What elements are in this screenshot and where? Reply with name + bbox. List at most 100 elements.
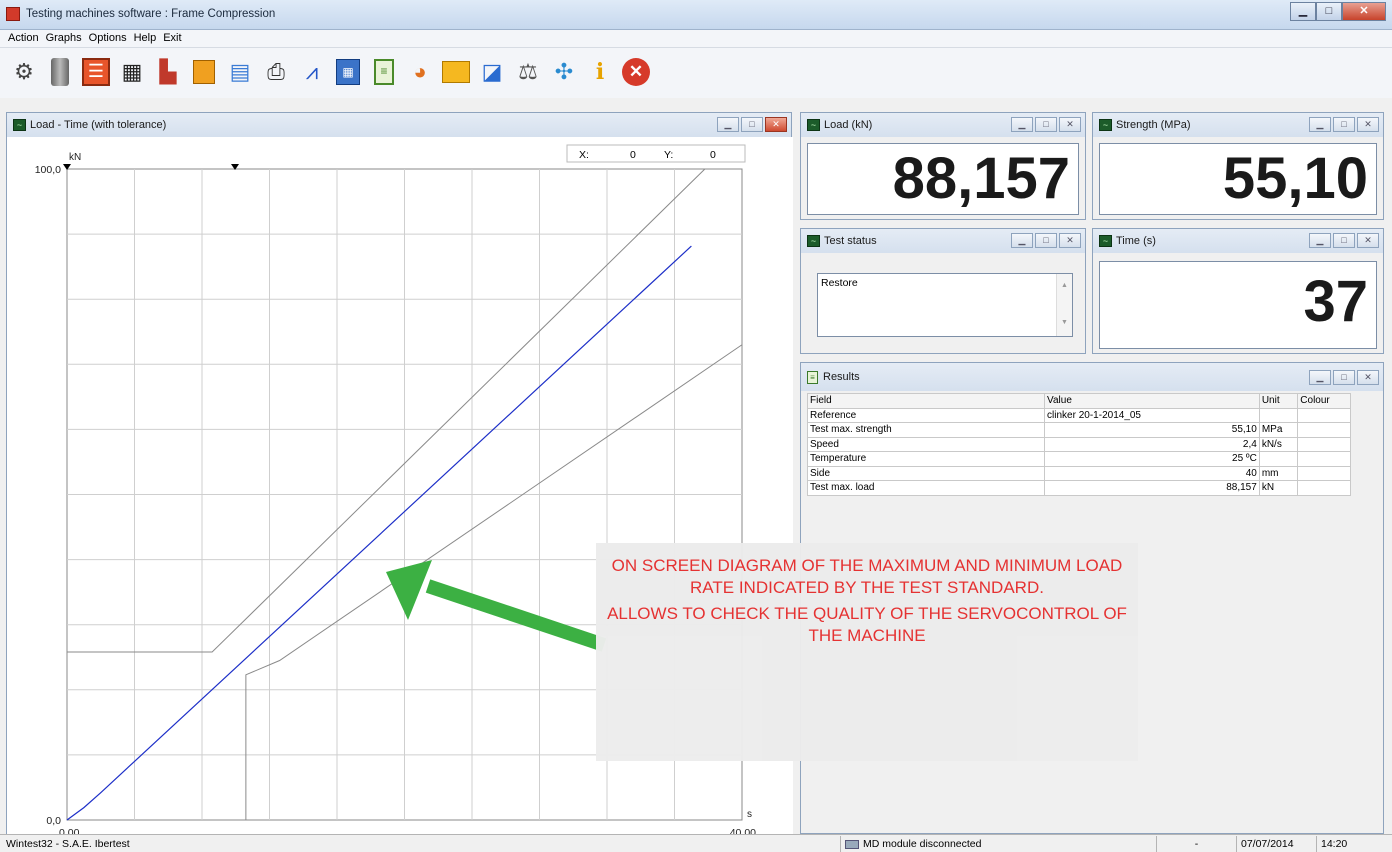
actuator-icon[interactable]: ▙ [152, 56, 184, 88]
window-title: Testing machines software : Frame Compre… [26, 8, 276, 20]
coord-y-label: Y: [664, 149, 673, 161]
graph-close-button[interactable]: ✕ [765, 117, 787, 132]
menu-action[interactable]: Action [6, 30, 44, 47]
test-status-textbox[interactable]: Restore ▲ ▼ [817, 273, 1073, 337]
row-colour [1297, 480, 1351, 496]
y-tick-label-max: 100,0 [35, 164, 61, 176]
annotation-box: ON SCREEN DIAGRAM OF THE MAXIMUM AND MIN… [596, 543, 1138, 761]
row-value: 25 ºC [1044, 451, 1260, 467]
row-field: Speed [806, 436, 1046, 452]
folder-icon[interactable] [440, 56, 472, 88]
status-app-name: Wintest32 - S.A.E. Ibertest [6, 838, 130, 850]
load-close-button[interactable]: ✕ [1059, 117, 1081, 132]
table-row[interactable]: Speed 2,4 kN/s [806, 436, 1351, 452]
status-dash: - [1156, 836, 1236, 852]
row-field: Side [806, 465, 1046, 481]
row-colour [1297, 422, 1351, 438]
row-field: Temperature [806, 451, 1046, 467]
app-icon [6, 7, 20, 21]
table-row[interactable]: Reference clinker 20-1-2014_05 [806, 407, 1351, 423]
results-header-unit[interactable]: Unit [1258, 393, 1299, 409]
row-value: 40 [1044, 465, 1260, 481]
load-panel: ~ Load (kN) ▁ □ ✕ 88,157 [800, 112, 1086, 220]
status-module-text: MD module disconnected [863, 838, 982, 850]
strength-close-button[interactable]: ✕ [1357, 117, 1379, 132]
row-field: Test max. strength [806, 422, 1046, 438]
toolbar: ⚙ ☰ ▦ ▙ ▤ ⎙ ⩘ ▦ ≡ ◕ ◪ ⚖ ✣ i ✕ [0, 48, 1392, 98]
report-icon[interactable]: ▤ [224, 56, 256, 88]
status-date: 07/07/2014 [1236, 836, 1310, 852]
status-minimize-button[interactable]: ▁ [1011, 233, 1033, 248]
status-scrollbar[interactable]: ▲ ▼ [1056, 274, 1072, 336]
row-value: clinker 20-1-2014_05 [1044, 407, 1260, 423]
status-maximize-button[interactable]: □ [1035, 233, 1057, 248]
menu-help[interactable]: Help [132, 30, 162, 47]
graph-peaks-icon[interactable]: ⩘ [296, 56, 328, 88]
menu-bar: Action Graphs Options Help Exit [0, 30, 1392, 48]
results-close-button[interactable]: ✕ [1357, 370, 1379, 385]
test-status-panel: ~ Test status ▁ □ ✕ Restore ▲ ▼ [800, 228, 1086, 354]
table-row[interactable]: Test max. load 88,157 kN [806, 480, 1351, 496]
close-button[interactable]: ✕ [1342, 2, 1386, 21]
minimize-button[interactable]: ▁ [1290, 2, 1316, 21]
cylinder-icon[interactable] [44, 56, 76, 88]
list-icon[interactable]: ≡ [368, 56, 400, 88]
status-bar: Wintest32 - S.A.E. Ibertest MD module di… [0, 834, 1392, 852]
calculator-icon[interactable]: ▦ [332, 56, 364, 88]
coord-x-value: 0 [630, 149, 636, 161]
sliders-icon[interactable]: ☰ [80, 56, 112, 88]
close-red-icon[interactable]: ✕ [620, 56, 652, 88]
results-table: Field Value Unit Colour Reference clinke… [806, 393, 1351, 496]
settings-gear-icon[interactable]: ⚙ [8, 56, 40, 88]
row-unit: kN/s [1258, 436, 1299, 452]
row-value: 2,4 [1044, 436, 1260, 452]
info-icon[interactable]: i [584, 56, 616, 88]
time-maximize-button[interactable]: □ [1333, 233, 1355, 248]
row-colour [1297, 407, 1351, 423]
menu-graphs[interactable]: Graphs [44, 30, 87, 47]
specimen-icon[interactable] [188, 56, 220, 88]
menu-exit[interactable]: Exit [161, 30, 186, 47]
coord-y-value: 0 [710, 149, 716, 161]
results-list-icon: ≡ [807, 370, 818, 384]
maximize-button[interactable]: □ [1316, 2, 1342, 21]
graph-window-icon: ~ [13, 119, 26, 131]
strength-maximize-button[interactable]: □ [1333, 117, 1355, 132]
load-minimize-button[interactable]: ▁ [1011, 117, 1033, 132]
load-value: 88,157 [807, 143, 1079, 215]
table-row[interactable]: Test max. strength 55,10 MPa [806, 422, 1351, 438]
fullscreen-icon[interactable]: ✣ [548, 56, 580, 88]
time-minimize-button[interactable]: ▁ [1309, 233, 1331, 248]
row-value: 88,157 [1044, 480, 1260, 496]
strength-panel: ~ Strength (MPa) ▁ □ ✕ 55,10 [1092, 112, 1384, 220]
row-colour [1297, 465, 1351, 481]
row-field: Reference [806, 407, 1046, 423]
table-row[interactable]: Side 40 mm [806, 465, 1351, 481]
row-unit [1258, 451, 1299, 467]
test-status-title: Test status [824, 235, 877, 247]
status-window-icon: ~ [807, 235, 820, 247]
monitor-icon[interactable]: ▦ [116, 56, 148, 88]
status-close-button[interactable]: ✕ [1059, 233, 1081, 248]
graph-maximize-button[interactable]: □ [741, 117, 763, 132]
row-unit: mm [1258, 465, 1299, 481]
graph-panel-title: Load - Time (with tolerance) [30, 119, 167, 131]
printer-icon[interactable]: ⎙ [260, 56, 292, 88]
strength-minimize-button[interactable]: ▁ [1309, 117, 1331, 132]
time-panel: ~ Time (s) ▁ □ ✕ 37 [1092, 228, 1384, 354]
time-value: 37 [1099, 261, 1377, 349]
results-header-value[interactable]: Value [1044, 393, 1260, 409]
load-maximize-button[interactable]: □ [1035, 117, 1057, 132]
screen-edit-icon[interactable]: ◪ [476, 56, 508, 88]
results-maximize-button[interactable]: □ [1333, 370, 1355, 385]
results-header-colour[interactable]: Colour [1297, 393, 1351, 409]
table-row[interactable]: Temperature 25 ºC [806, 451, 1351, 467]
graph-minimize-button[interactable]: ▁ [717, 117, 739, 132]
calibrate-icon[interactable]: ⚖ [512, 56, 544, 88]
time-close-button[interactable]: ✕ [1357, 233, 1379, 248]
load-panel-title: Load (kN) [824, 119, 873, 131]
menu-options[interactable]: Options [87, 30, 132, 47]
color-palette-icon[interactable]: ◕ [404, 56, 436, 88]
results-header-field[interactable]: Field [806, 393, 1046, 409]
results-minimize-button[interactable]: ▁ [1309, 370, 1331, 385]
